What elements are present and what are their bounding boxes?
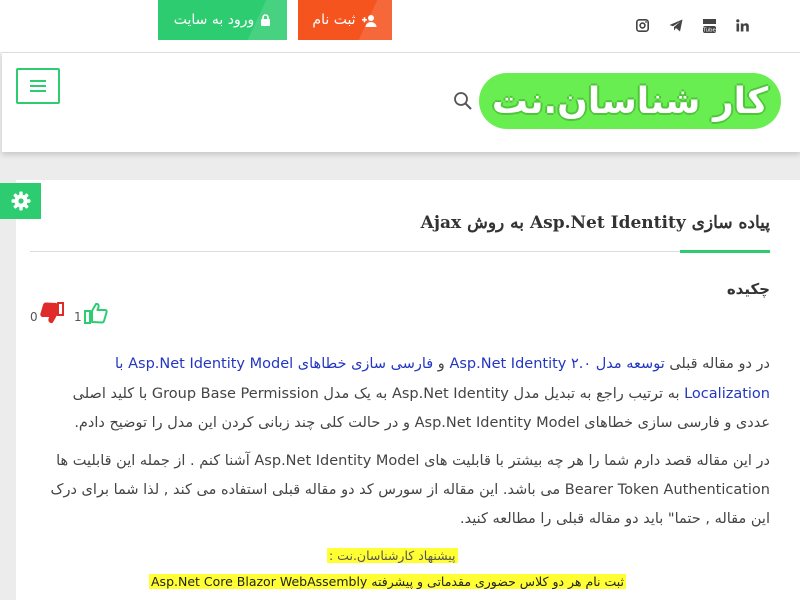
register-label: ثبت نام — [312, 12, 356, 28]
suggestion-label: پیشنهاد کارشناسان.نت : — [327, 548, 458, 563]
dislike-count: 0 — [30, 310, 38, 324]
site-header: کار شناسان.نت — [2, 52, 800, 152]
register-button[interactable]: ثبت نام — [298, 0, 392, 40]
hamburger-menu-button[interactable] — [16, 68, 60, 104]
thumbs-up-icon[interactable] — [83, 302, 108, 324]
title-accent-bar — [680, 250, 770, 253]
article-title: پیاده سازی Asp.Net Identity به روش Ajax — [420, 213, 770, 233]
logo-text: کار شناسان.نت — [491, 80, 769, 122]
title-divider — [30, 251, 770, 252]
settings-toggle-button[interactable] — [0, 183, 41, 219]
body-paragraph-line-3: این مقاله , حتما" باید دو مقاله قبلی را … — [460, 511, 770, 527]
search-icon[interactable] — [453, 91, 473, 111]
login-label: ورود به سایت — [173, 12, 255, 28]
link-identity-model-extension[interactable]: توسعه مدل Asp.Net Identity ۲.۰ — [449, 356, 664, 372]
promo-link[interactable]: ثبت نام هر دو کلاس حضوری مقدماتی و پیشرف… — [149, 574, 627, 589]
intro-paragraph-line-1: در دو مقاله قبلی توسعه مدل Asp.Net Ident… — [115, 356, 770, 372]
intro-paragraph-line-3: عددی و فارسی سازی خطاهای Asp.Net Identit… — [74, 415, 770, 431]
intro-paragraph-line-2: Localization به ترتیب راجع به تبدیل مدل … — [72, 386, 770, 402]
telegram-icon[interactable] — [667, 16, 685, 34]
instagram-icon[interactable] — [633, 16, 651, 34]
like-control[interactable]: 1 — [74, 302, 108, 324]
link-identity-localization[interactable]: فارسی سازی خطاهای Asp.Net Identity Model… — [115, 356, 433, 372]
body-paragraph-line-2: Bearer Token Authentication می باشد. این… — [50, 482, 770, 498]
gear-icon — [11, 191, 30, 211]
dislike-control[interactable]: 0 — [30, 302, 64, 324]
lock-icon — [261, 14, 271, 26]
body-paragraph-line-1: در این مقاله قصد دارم شما را هر چه بیشتر… — [56, 453, 770, 469]
thumbs-down-icon[interactable] — [39, 302, 64, 324]
link-localization[interactable]: Localization — [684, 386, 770, 402]
user-plus-icon — [361, 14, 377, 27]
abstract-heading: چکیده — [726, 280, 770, 298]
top-bar: ورود به سایت ثبت نام Tube — [0, 0, 800, 52]
linkedin-icon[interactable] — [733, 16, 751, 34]
svg-text:Tube: Tube — [703, 27, 716, 33]
like-count: 1 — [74, 310, 82, 324]
youtube-icon[interactable]: Tube — [700, 16, 718, 34]
site-logo[interactable]: کار شناسان.نت — [479, 73, 781, 129]
login-button[interactable]: ورود به سایت — [158, 0, 287, 40]
